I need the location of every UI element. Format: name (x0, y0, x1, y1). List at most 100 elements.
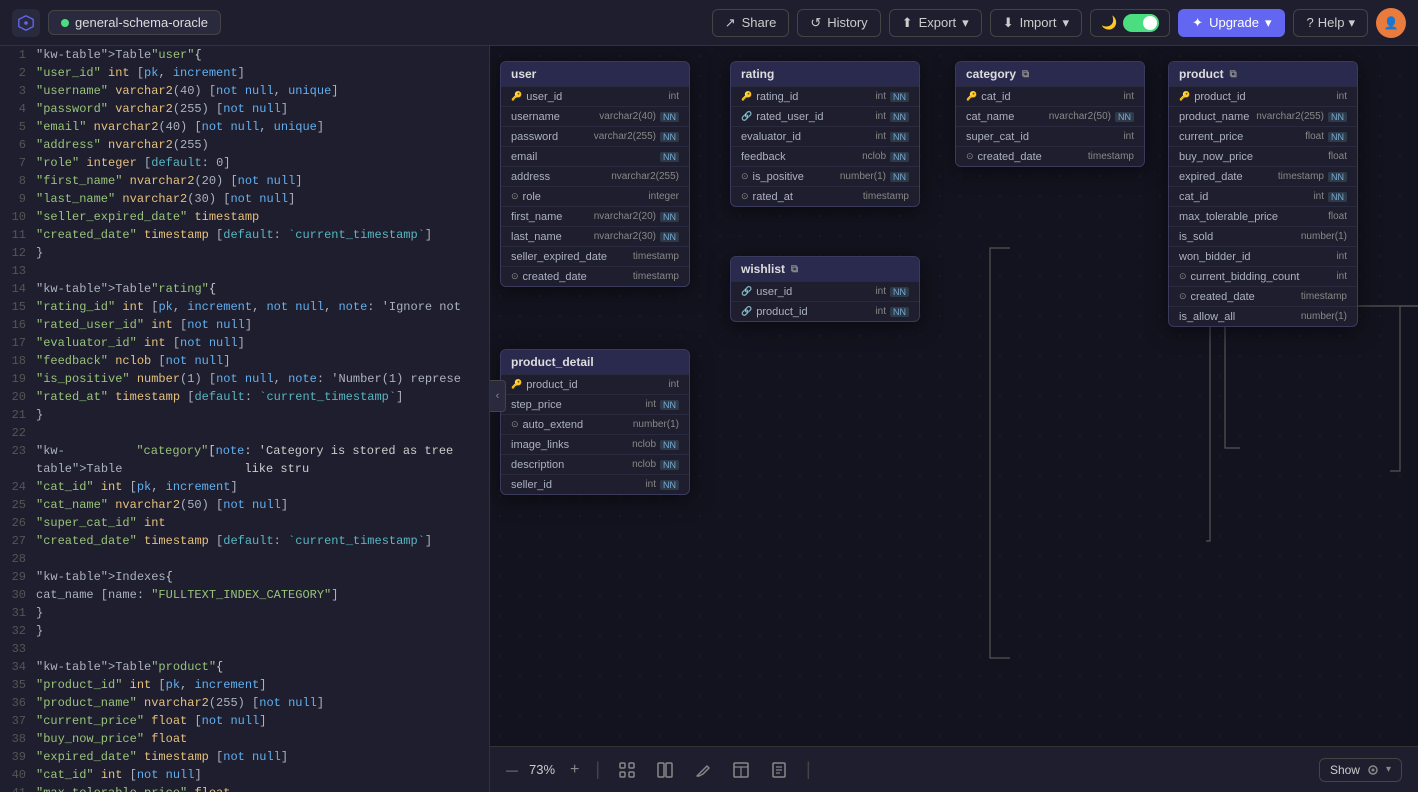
er-table-header-product: product⧉ (1169, 62, 1357, 86)
status-dot (61, 19, 69, 27)
zoom-out-label: — (506, 763, 518, 777)
er-table-category[interactable]: category⧉🔑cat_idintcat_namenvarchar2(50)… (955, 61, 1145, 167)
code-line: 11 "created_date" timestamp [default: `c… (0, 226, 489, 244)
er-field-row: image_linksnclobNN (501, 434, 689, 454)
code-line: 13 (0, 262, 489, 280)
code-line: 3 "username" varchar2(40) [not null, uni… (0, 82, 489, 100)
code-line: 17 "evaluator_id" int [not null] (0, 334, 489, 352)
code-line: 24 "cat_id" int [pk, increment] (0, 478, 489, 496)
pen-tool-button[interactable] (688, 757, 718, 783)
calc-icon: ⊙ (1179, 271, 1187, 282)
zoom-controls: — 73% + (506, 761, 583, 779)
er-field-row: is_soldnumber(1) (1169, 226, 1357, 246)
canvas-inner[interactable]: ‹ (490, 46, 1418, 746)
history-icon: ↺ (810, 15, 821, 31)
er-field-row: ⊙created_datetimestamp (956, 146, 1144, 166)
code-line: 26 "super_cat_id" int (0, 514, 489, 532)
badge-nn: NN (1115, 112, 1134, 122)
fk-icon: 🔗 (741, 286, 752, 297)
share-button[interactable]: ↗ Share (712, 9, 790, 37)
avatar[interactable]: 👤 (1376, 8, 1406, 38)
er-field-row: usernamevarchar2(40)NN (501, 106, 689, 126)
show-options-button[interactable]: Show ▾ (1319, 758, 1402, 782)
code-line: 34"kw-table">Table "product" { (0, 658, 489, 676)
code-line: 8 "first_name" nvarchar2(20) [not null] (0, 172, 489, 190)
theme-toggle[interactable] (1123, 14, 1159, 32)
badge-nn: NN (1328, 192, 1347, 202)
logo-button[interactable] (12, 9, 40, 37)
code-line: 1"kw-table">Table "user" { (0, 46, 489, 64)
badge-nn: NN (660, 212, 679, 222)
calc-icon: ⊙ (1179, 291, 1187, 302)
fk-icon: 🔗 (741, 111, 752, 122)
badge-nn: NN (890, 172, 909, 182)
calc-icon: ⊙ (511, 419, 519, 430)
collapse-arrow[interactable]: ‹ (490, 380, 506, 412)
theme-toggle-wrap: 🌙 (1090, 9, 1170, 37)
table-tool-button[interactable] (726, 757, 756, 783)
er-table-product[interactable]: product⧉🔑product_idintproduct_namenvarch… (1168, 61, 1358, 327)
code-line: 25 "cat_name" nvarchar2(50) [not null] (0, 496, 489, 514)
project-name[interactable]: general-schema-oracle (48, 10, 221, 35)
history-button[interactable]: ↺ History (797, 9, 880, 37)
er-field-row: step_priceintNN (501, 394, 689, 414)
calc-icon: ⊙ (511, 191, 519, 202)
upgrade-chevron-icon: ▾ (1265, 15, 1272, 31)
er-table-rating[interactable]: rating🔑rating_idintNN🔗rated_user_idintNN… (730, 61, 920, 207)
export-button[interactable]: ⬆ Export ▾ (889, 9, 982, 37)
pk-icon: 🔑 (966, 91, 977, 102)
help-button[interactable]: ? Help ▾ (1293, 9, 1368, 37)
code-line: 2 "user_id" int [pk, increment] (0, 64, 489, 82)
import-button[interactable]: ⬇ Import ▾ (990, 9, 1082, 37)
help-icon: ? (1306, 15, 1313, 30)
export-icon: ⬆ (902, 15, 913, 31)
pk-icon: 🔑 (511, 91, 522, 102)
er-field-row: last_namenvarchar2(30)NN (501, 226, 689, 246)
fit-view-button[interactable] (612, 757, 642, 783)
upgrade-icon: ✦ (1192, 15, 1203, 31)
er-field-row: passwordvarchar2(255)NN (501, 126, 689, 146)
export-chevron-icon: ▾ (962, 15, 969, 31)
code-line: 10 "seller_expired_date" timestamp (0, 208, 489, 226)
er-table-user[interactable]: user🔑user_idintusernamevarchar2(40)NNpas… (500, 61, 690, 287)
calc-icon: ⊙ (966, 151, 974, 162)
main-area: 1"kw-table">Table "user" {2 "user_id" in… (0, 46, 1418, 792)
badge-nn: NN (660, 132, 679, 142)
badge-nn: NN (660, 460, 679, 470)
badge-nn: NN (1328, 132, 1347, 142)
er-field-row: 🔑cat_idint (956, 86, 1144, 106)
zoom-in-button[interactable]: + (566, 761, 583, 779)
calc-icon: ⊙ (511, 271, 519, 282)
er-table-product_detail[interactable]: product_detail🔑product_idintstep_pricein… (500, 349, 690, 495)
calc-icon: ⊙ (741, 191, 749, 202)
er-field-row: buy_now_pricefloat (1169, 146, 1357, 166)
upgrade-button[interactable]: ✦ Upgrade ▾ (1178, 9, 1285, 37)
toolbar-sep-2: | (806, 759, 811, 780)
er-field-row: 🔑product_idint (501, 374, 689, 394)
fk-icon: 🔗 (741, 306, 752, 317)
code-line: 33 (0, 640, 489, 658)
er-field-row: cat_namenvarchar2(50)NN (956, 106, 1144, 126)
er-field-row: max_tolerable_pricefloat (1169, 206, 1357, 226)
code-line: 31 } (0, 604, 489, 622)
badge-nn: NN (660, 480, 679, 490)
pk-icon: 🔑 (1179, 91, 1190, 102)
zoom-value: 73% (524, 762, 560, 777)
er-field-row: product_namenvarchar2(255)NN (1169, 106, 1357, 126)
er-field-row: seller_expired_datetimestamp (501, 246, 689, 266)
er-table-wishlist[interactable]: wishlist⧉🔗user_idintNN🔗product_idintNN (730, 256, 920, 322)
code-line: 36 "product_name" nvarchar2(255) [not nu… (0, 694, 489, 712)
er-field-row: 🔗product_idintNN (731, 301, 919, 321)
code-line: 19 "is_positive" number(1) [not null, no… (0, 370, 489, 388)
canvas-panel[interactable]: ‹ (490, 46, 1418, 792)
er-field-row: feedbacknclobNN (731, 146, 919, 166)
split-view-button[interactable] (650, 757, 680, 783)
note-tool-button[interactable] (764, 757, 794, 783)
code-line: 21} (0, 406, 489, 424)
er-field-row: ⊙created_datetimestamp (1169, 286, 1357, 306)
er-field-row: ⊙current_bidding_countint (1169, 266, 1357, 286)
er-field-row: ⊙created_datetimestamp (501, 266, 689, 286)
badge-nn: NN (660, 112, 679, 122)
er-table-header-category: category⧉ (956, 62, 1144, 86)
pk-icon: 🔑 (511, 379, 522, 390)
